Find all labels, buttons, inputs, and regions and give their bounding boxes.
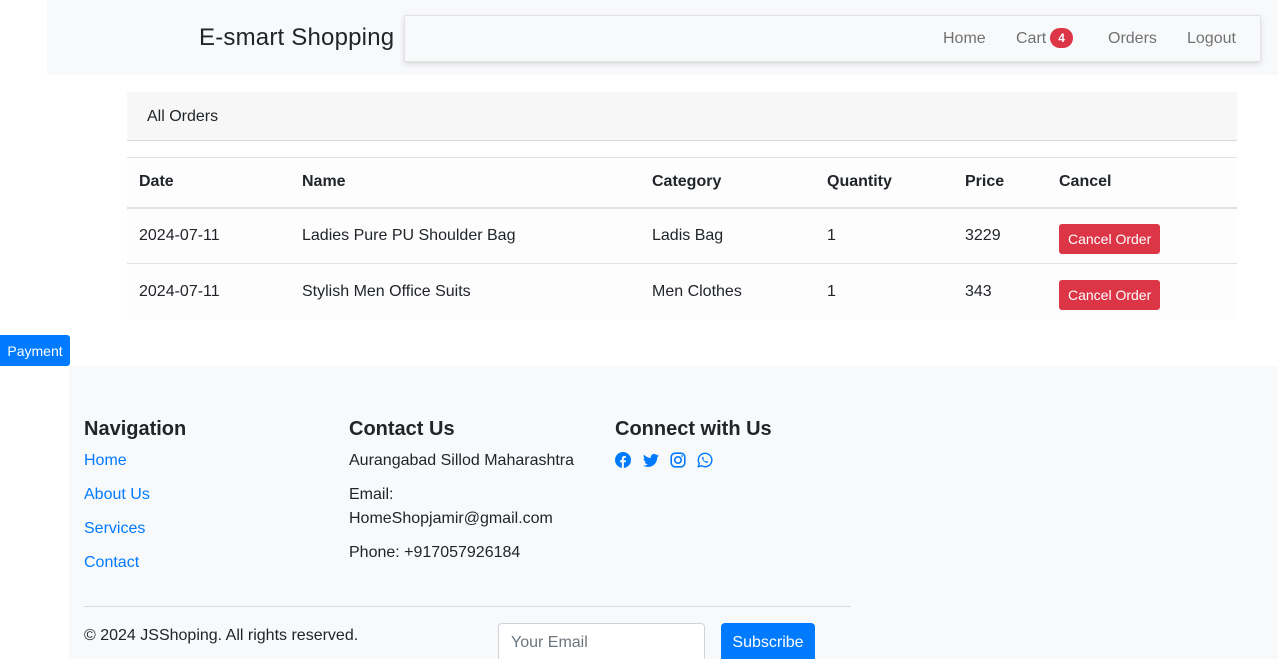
- table-row: 2024-07-11 Ladies Pure PU Shoulder Bag L…: [127, 207, 1237, 264]
- footer-link-about-us[interactable]: About Us: [84, 486, 150, 504]
- facebook-icon[interactable]: [615, 452, 631, 468]
- whatsapp-icon[interactable]: [697, 452, 713, 468]
- order-category: Ladis Bag: [640, 207, 815, 264]
- footer-email-label: Email:: [349, 486, 394, 503]
- column-header-name: Name: [290, 157, 640, 209]
- nav-cart-link[interactable]: Cart 4: [1016, 28, 1073, 48]
- order-name: Ladies Pure PU Shoulder Bag: [290, 207, 640, 264]
- order-action-cell: Cancel Order: [1047, 207, 1237, 264]
- footer-copyright: © 2024 JSShoping. All rights reserved.: [84, 627, 359, 644]
- footer-email: HomeShopjamir@gmail.com: [349, 510, 553, 527]
- nav-cart-label: Cart: [1016, 30, 1047, 47]
- table-row: 2024-07-11 Stylish Men Office Suits Men …: [127, 263, 1237, 320]
- orders-table: Date Name Category Quantity Price Cancel…: [127, 157, 1237, 320]
- orders-card-header: All Orders: [127, 92, 1237, 141]
- order-quantity: 1: [815, 263, 953, 320]
- site-header: E-smart Shopping Home Cart 4 Orders Logou…: [47, 0, 1278, 75]
- orders-title: All Orders: [147, 108, 219, 125]
- footer-phone: Phone: +917057926184: [349, 544, 521, 561]
- navbar: Home Cart 4 Orders Logout: [404, 15, 1261, 62]
- column-header-cancel: Cancel: [1047, 157, 1237, 209]
- footer-link-services[interactable]: Services: [84, 520, 145, 538]
- order-date: 2024-07-11: [127, 263, 290, 320]
- cancel-order-button[interactable]: Cancel Order: [1059, 279, 1161, 310]
- table-header-row: Date Name Category Quantity Price Cancel: [127, 157, 1237, 209]
- brand-title[interactable]: E-smart Shopping: [199, 24, 394, 52]
- footer-navigation-title: Navigation: [84, 418, 187, 440]
- site-footer: Navigation Home About Us Services Contac…: [69, 366, 1278, 659]
- footer-link-home[interactable]: Home: [84, 452, 127, 470]
- subscribe-button[interactable]: Subscribe: [721, 623, 815, 659]
- nav-orders-link[interactable]: Orders: [1108, 30, 1157, 48]
- column-header-quantity: Quantity: [815, 157, 953, 209]
- subscribe-email-input[interactable]: [498, 623, 705, 659]
- order-price: 3229: [953, 207, 1047, 264]
- column-header-price: Price: [953, 157, 1047, 209]
- footer-link-contact[interactable]: Contact: [84, 554, 139, 572]
- column-header-category: Category: [640, 157, 815, 209]
- order-category: Men Clothes: [640, 263, 815, 320]
- nav-logout-link[interactable]: Logout: [1187, 30, 1236, 48]
- order-date: 2024-07-11: [127, 207, 290, 264]
- order-quantity: 1: [815, 207, 953, 264]
- payment-button[interactable]: Payment: [0, 335, 70, 366]
- footer-contact-title: Contact Us: [349, 418, 455, 440]
- column-header-date: Date: [127, 157, 290, 209]
- nav-home-link[interactable]: Home: [943, 30, 986, 48]
- footer-address: Aurangabad Sillod Maharashtra: [349, 452, 575, 469]
- order-action-cell: Cancel Order: [1047, 263, 1237, 320]
- order-name: Stylish Men Office Suits: [290, 263, 640, 320]
- instagram-icon[interactable]: [670, 452, 686, 468]
- cart-count-badge: 4: [1050, 28, 1073, 48]
- twitter-icon[interactable]: [643, 452, 659, 468]
- footer-divider: [84, 606, 851, 607]
- footer-connect-title: Connect with Us: [615, 418, 772, 440]
- order-price: 343: [953, 263, 1047, 320]
- cancel-order-button[interactable]: Cancel Order: [1059, 223, 1161, 254]
